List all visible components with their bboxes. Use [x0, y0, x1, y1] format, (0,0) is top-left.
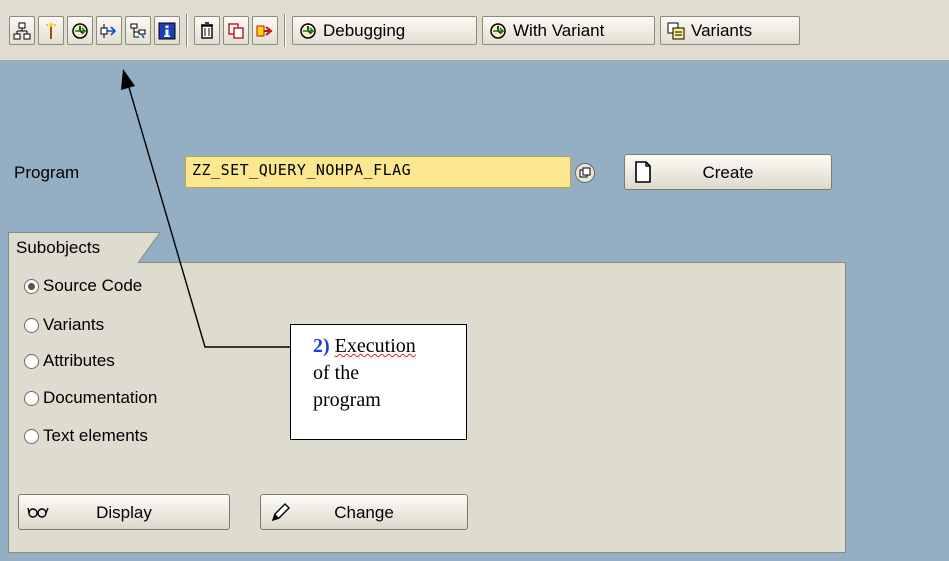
where-used-button[interactable] [96, 16, 122, 45]
display-button[interactable]: Display [18, 494, 230, 530]
application-toolbar: Debugging With Variant Variants [0, 0, 949, 61]
radio-button[interactable] [24, 390, 39, 406]
program-input[interactable]: ZZ_SET_QUERY_NOHPA_FLAG [185, 156, 571, 188]
value-help-button[interactable] [575, 163, 595, 183]
create-label: Create [702, 163, 754, 182]
delete-button[interactable] [194, 16, 220, 45]
display-object-list-icon [130, 23, 146, 38]
copy-icon [228, 22, 244, 39]
radio-button[interactable] [24, 317, 39, 333]
radio-documentation[interactable]: Documentation [24, 388, 157, 408]
execute-icon [72, 22, 88, 39]
variants-label: Variants [691, 20, 753, 40]
hierarchy-icon [13, 22, 31, 39]
display-label: Display [96, 503, 152, 522]
delete-icon [201, 21, 213, 39]
info-icon [158, 22, 176, 39]
with-variant-button[interactable]: With Variant [482, 16, 655, 45]
debug-execute-icon [300, 22, 316, 39]
value-help-icon [579, 167, 591, 178]
magic-wand-icon [46, 22, 56, 39]
variants-icon [667, 22, 685, 39]
radio-label: Variants [43, 315, 105, 334]
radio-label: Documentation [43, 388, 158, 407]
radio-variants[interactable]: Variants [24, 315, 104, 335]
debugging-button[interactable]: Debugging [292, 16, 477, 45]
radio-label: Source Code [43, 276, 143, 295]
radio-attributes[interactable]: Attributes [24, 351, 115, 371]
toolbar-separator [284, 14, 286, 47]
radio-label: Text elements [43, 426, 148, 445]
execute-with-variant-icon [490, 22, 506, 39]
callout-line-3: program [313, 389, 381, 411]
radio-button[interactable] [24, 278, 39, 294]
create-button[interactable]: Create [624, 154, 832, 190]
rename-button[interactable] [252, 16, 278, 45]
radio-source-code[interactable]: Source Code [24, 276, 142, 296]
object-list-button[interactable] [125, 16, 151, 45]
radio-button[interactable] [24, 428, 39, 444]
copy-button[interactable] [223, 16, 249, 45]
callout-line-1: 2) Execution [313, 333, 454, 360]
radio-button[interactable] [24, 353, 39, 369]
subobjects-title: Subobjects [16, 238, 101, 257]
execute-button[interactable] [67, 16, 93, 45]
toolbar-separator [186, 14, 188, 47]
debugging-label: Debugging [323, 20, 406, 40]
change-label: Change [334, 503, 394, 522]
rename-icon [256, 25, 273, 36]
hierarchy-button[interactable] [9, 16, 35, 45]
callout-number: 2) [313, 335, 330, 357]
change-button[interactable]: Change [260, 494, 468, 530]
callout-word: Execution [334, 335, 416, 357]
activate-button[interactable] [38, 16, 64, 45]
callout-line-2: of the [313, 362, 360, 384]
annotation-callout: 2) Execution of the program [290, 324, 467, 440]
program-label: Program [14, 163, 80, 182]
info-button[interactable] [154, 16, 180, 45]
radio-text-elements[interactable]: Text elements [24, 426, 148, 446]
radio-label: Attributes [43, 351, 115, 370]
variants-button[interactable]: Variants [660, 16, 800, 45]
with-variant-label: With Variant [513, 20, 605, 40]
where-used-icon [100, 23, 117, 38]
